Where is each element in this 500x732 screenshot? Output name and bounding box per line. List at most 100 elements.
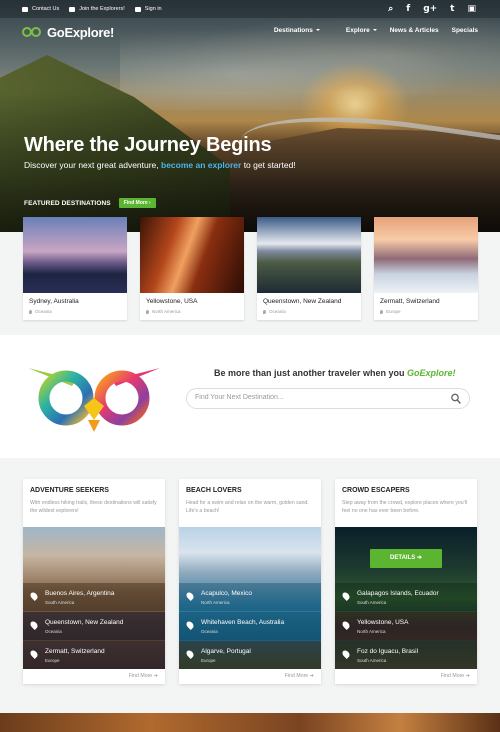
category-title: CROWD ESCAPERS — [342, 487, 410, 494]
nav-item-specials[interactable]: Specials — [452, 27, 478, 34]
card-title: Zermatt, Switzerland — [380, 298, 440, 305]
brand-name: GoExplore! — [47, 24, 115, 40]
card-title: Queenstown, New Zealand — [263, 298, 342, 305]
list-item[interactable]: Foz do Iguacu, Brasil South America — [335, 641, 477, 669]
chevron-down-icon — [372, 29, 377, 32]
card-region-label: Europe — [386, 309, 401, 314]
map-pin-icon — [29, 620, 39, 630]
promo-brand: GoExplore! — [407, 368, 456, 378]
card-title: Sydney, Australia — [29, 298, 79, 305]
brand-logo[interactable]: GoExplore! — [22, 25, 114, 40]
card-region-label: Oceania — [35, 309, 52, 314]
yellowstone-photo — [140, 217, 244, 293]
twitter-icon[interactable]: t — [450, 3, 454, 15]
map-pin-icon — [341, 591, 351, 601]
map-pin-icon — [29, 591, 39, 601]
card-region: North America — [146, 309, 181, 314]
find-more-link[interactable]: Find More ➔ — [441, 673, 470, 679]
list-item[interactable]: Zermatt, Switzerland Europe — [23, 641, 165, 669]
list-item[interactable]: Algarve, Portugal Europe — [179, 641, 321, 669]
category-card-adventure[interactable]: ADVENTURE SEEKERS With endless hiking tr… — [23, 479, 165, 684]
list-item[interactable]: Queenstown, New Zealand Oceania — [23, 612, 165, 640]
promo-tagline: Be more than just another traveler when … — [214, 368, 456, 378]
row-name: Buenos Aires, Argentina — [45, 590, 115, 597]
featured-find-more-button[interactable]: Find More › — [118, 198, 156, 208]
featured-card-zermatt[interactable]: Zermatt, Switzerland Europe — [374, 217, 478, 320]
list-item[interactable]: Acapulco, Mexico North America — [179, 583, 321, 611]
list-item[interactable]: Galapagos Islands, Ecuador South America — [335, 583, 477, 611]
row-region: South America — [357, 658, 387, 663]
become-explorer-link[interactable]: become an explorer — [161, 160, 241, 170]
nav-explore-label: Explore — [345, 27, 370, 34]
nav-item-destinations[interactable]: Destinations — [261, 27, 320, 34]
nav-item-explore[interactable]: Explore — [333, 27, 377, 34]
category-title: ADVENTURE SEEKERS — [30, 487, 109, 494]
sign-in-link[interactable]: Sign in — [134, 6, 162, 12]
find-more-label: Find More — [123, 200, 148, 206]
row-region: South America — [357, 600, 387, 605]
hero-sub-after: to get started! — [241, 160, 296, 170]
row-region: Oceania — [201, 629, 218, 634]
category-desc: Head for a swim and relax on the warm, g… — [186, 500, 309, 514]
row-region: North America — [201, 600, 230, 605]
row-name: Algarve, Portugal — [201, 648, 251, 655]
find-more-link[interactable]: Find More ➔ — [129, 673, 158, 679]
envelope-icon — [22, 6, 28, 12]
find-more-link[interactable]: Find More ➔ — [285, 673, 314, 679]
card-region-label: North America — [152, 309, 181, 314]
join-explorers-link[interactable]: Join the Explorers! — [69, 6, 125, 12]
row-name: Zermatt, Switzerland — [45, 648, 105, 655]
map-pin-icon — [29, 649, 39, 659]
list-item[interactable]: Yellowstone, USA North America — [335, 612, 477, 640]
category-card-beach[interactable]: BEACH LOVERS Head for a swim and relax o… — [179, 479, 321, 684]
search-icon[interactable]: ⌕ — [388, 3, 393, 15]
adventure-photo: Buenos Aires, Argentina South America Qu… — [23, 527, 165, 669]
row-name: Whitehaven Beach, Australia — [201, 619, 285, 626]
find-more-label: Find More — [284, 673, 309, 679]
sydney-photo — [23, 217, 127, 293]
card-title: Yellowstone, USA — [146, 298, 198, 305]
map-pin-icon — [29, 309, 32, 314]
featured-card-sydney[interactable]: Sydney, Australia Oceania — [23, 217, 127, 320]
find-more-label: Find More — [128, 673, 153, 679]
details-button[interactable]: DETAILS ➔ — [370, 549, 442, 568]
map-pin-icon — [146, 309, 149, 314]
map-pin-icon — [185, 649, 195, 659]
destination-search-input[interactable]: Find Your Next Destination... — [186, 388, 470, 409]
top-bar: Contact Us Join the Explorers! Sign in ⌕… — [0, 0, 500, 18]
sign-in-label: Sign in — [144, 6, 162, 12]
map-pin-icon — [341, 620, 351, 630]
row-region: North America — [357, 629, 386, 634]
map-pin-icon — [185, 620, 195, 630]
row-name: Foz do Iguacu, Brasil — [357, 648, 419, 655]
map-pin-icon — [185, 591, 195, 601]
nav-item-news[interactable]: News & Articles — [390, 27, 439, 34]
instagram-icon[interactable]: ▣ — [467, 3, 476, 15]
find-more-label: Find More — [440, 673, 465, 679]
contact-us-link[interactable]: Contact Us — [22, 6, 59, 12]
featured-heading-row: FEATURED DESTINATIONS Find More › — [24, 198, 156, 208]
users-icon — [69, 6, 76, 12]
featured-card-queenstown[interactable]: Queenstown, New Zealand Oceania — [257, 217, 361, 320]
list-item[interactable]: Buenos Aires, Argentina South America — [23, 583, 165, 611]
social-links: ⌕ f g+ t ▣ — [375, 3, 476, 15]
card-region: Oceania — [263, 309, 286, 314]
row-region: Europe — [201, 658, 216, 663]
category-title: BEACH LOVERS — [186, 487, 242, 494]
nav-menu: Destinations Explore News & Articles Spe… — [248, 27, 478, 34]
facebook-icon[interactable]: f — [406, 3, 410, 15]
category-desc: With endless hiking trails, these destin… — [30, 500, 157, 514]
hero-subtitle: Discover your next great adventure, beco… — [24, 160, 296, 170]
category-desc: Step away from the crowd, explore places… — [342, 500, 467, 514]
contact-us-label: Contact Us — [32, 6, 60, 12]
featured-card-yellowstone[interactable]: Yellowstone, USA North America — [140, 217, 244, 320]
zermatt-photo — [374, 217, 478, 293]
category-card-crowd[interactable]: CROWD ESCAPERS Step away from the crowd,… — [335, 479, 477, 684]
list-item[interactable]: Whitehaven Beach, Australia Oceania — [179, 612, 321, 640]
search-icon[interactable] — [451, 393, 461, 405]
chevron-down-icon — [315, 29, 320, 32]
hero-title: Where the Journey Begins — [24, 134, 272, 156]
google-plus-icon[interactable]: g+ — [423, 3, 437, 15]
main-nav: GoExplore! Destinations Explore News & A… — [0, 18, 500, 46]
promo-text-before: Be more than just another traveler when … — [214, 368, 408, 378]
